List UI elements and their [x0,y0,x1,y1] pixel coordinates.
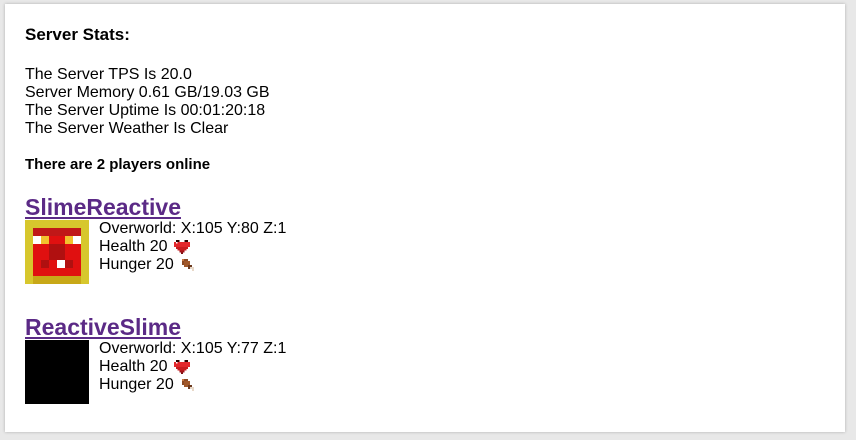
uptime-text: The Server Uptime Is 00:01:20:18 [25,102,266,119]
player-location: Overworld: X:105 Y:77 Z:1 [99,340,287,357]
player-hunger: Hunger 20 [99,256,174,273]
memory-text: Server Memory 0.61 GB/19.03 GB [25,84,270,101]
player-location: Overworld: X:105 Y:80 Z:1 [99,220,287,237]
player-health: Health 20 [99,358,168,375]
drumstick-icon [181,258,194,271]
player-info: Overworld: X:105 Y:80 Z:1 Health 20 Hung… [99,220,286,274]
player-hunger: Hunger 20 [99,376,174,393]
player-health: Health 20 [99,238,168,255]
weather-text: The Server Weather Is Clear [25,120,229,137]
server-stats-panel: Server Stats: The Server TPS Is 20.0 Ser… [5,4,845,432]
player-avatar [25,340,89,404]
server-stats-list: The Server TPS Is 20.0 Server Memory 0.6… [25,66,270,138]
player-health-row: Health 20 [99,358,286,376]
player-name-link[interactable]: SlimeReactive [25,194,181,220]
player-info: Overworld: X:105 Y:77 Z:1 Health 20 Hung… [99,340,286,394]
player-hunger-row: Hunger 20 [99,376,286,394]
tps-text: The Server TPS Is 20.0 [25,66,192,83]
player-hunger-row: Hunger 20 [99,256,286,274]
player-body: Overworld: X:105 Y:80 Z:1 Health 20 Hung… [25,220,286,286]
player-card: ReactiveSlime Overworld: X:105 Y:77 Z:1 … [25,314,286,406]
heart-icon [173,359,190,374]
player-body: Overworld: X:105 Y:77 Z:1 Health 20 Hung… [25,340,286,406]
player-name-link[interactable]: ReactiveSlime [25,314,181,340]
player-avatar [25,220,89,284]
player-card: SlimeReactive Overworld: X:105 Y:80 Z:1 … [25,194,286,286]
page-title: Server Stats: [25,25,130,44]
drumstick-icon [181,378,194,391]
player-health-row: Health 20 [99,238,286,256]
players-online-text: There are 2 players online [25,156,211,173]
heart-icon [173,239,190,254]
